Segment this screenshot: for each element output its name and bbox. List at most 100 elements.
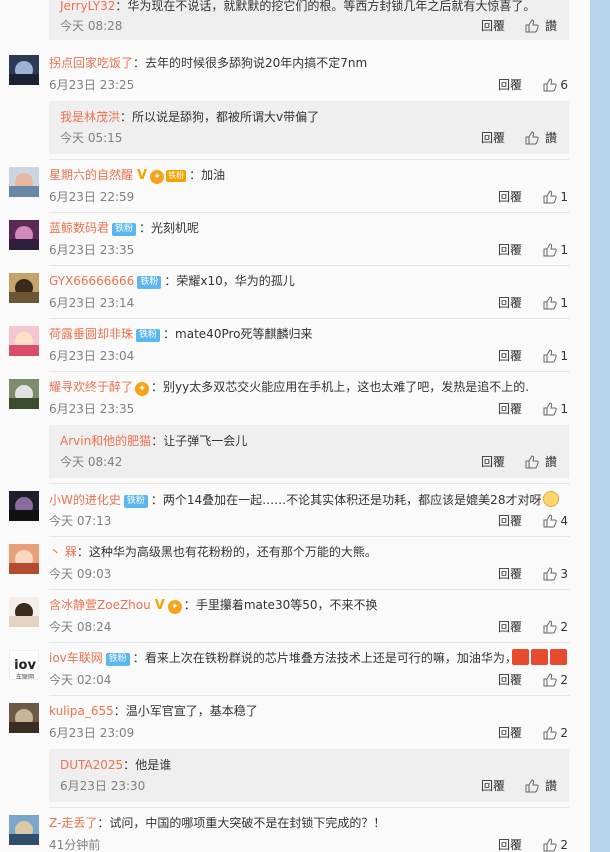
reply-button[interactable]: 回覆 — [481, 778, 505, 794]
like-label[interactable]: 讚 — [545, 778, 559, 794]
like-label[interactable]: 讚 — [545, 454, 559, 470]
medal-icon: ✦ — [167, 600, 182, 614]
reply-button[interactable]: 回覆 — [498, 672, 522, 688]
page-background-right — [590, 0, 610, 852]
avatar[interactable] — [9, 220, 39, 250]
timestamp: 今天 08:28 — [60, 19, 123, 33]
comment-text: 两个14叠加在一起……不论其实体积还是功耗，都应该是媲美28才对呀 — [162, 493, 542, 507]
like-count: 1 — [560, 349, 568, 363]
thumbs-up-icon[interactable] — [543, 296, 557, 310]
thumbs-up-icon[interactable] — [543, 726, 557, 740]
avatar[interactable] — [9, 544, 39, 574]
username-link[interactable]: GYX66666666 — [49, 274, 134, 288]
timestamp: 6月23日 23:35 — [49, 402, 135, 416]
username-link[interactable]: DUTA2025 — [60, 758, 123, 772]
comment-text: 去年的时候很多舔狗说20年内搞不定7nm — [145, 56, 368, 70]
thumbs-up-icon[interactable] — [543, 567, 557, 581]
timestamp: 6月23日 23:25 — [49, 78, 135, 92]
thumbs-up-icon[interactable] — [543, 349, 557, 363]
avatar[interactable]: iov 车联网 — [9, 650, 39, 680]
comment-text: 温小军官宣了，基本稳了 — [125, 704, 258, 718]
fan-badge: 铁粉 — [112, 223, 137, 236]
reply-button[interactable]: 回覆 — [498, 348, 522, 364]
timestamp: 6月23日 23:30 — [60, 779, 146, 793]
username-link[interactable]: 星期六的自然醒 — [49, 168, 133, 182]
like-count: 1 — [560, 402, 568, 416]
avatar[interactable] — [9, 167, 39, 197]
avatar[interactable] — [9, 815, 39, 845]
fan-badge: 铁粉 — [137, 276, 162, 289]
like-count: 1 — [560, 296, 568, 310]
timestamp: 今天 05:15 — [60, 131, 123, 145]
avatar[interactable] — [9, 326, 39, 356]
sub-reply: JerryLY32：华为现在不说话，就默默的挖它们的根。等西方封锁几年之后就有大… — [49, 0, 569, 40]
reply-button[interactable]: 回覆 — [498, 619, 522, 635]
like-count: 1 — [560, 190, 568, 204]
username-link[interactable]: Z-走丢了 — [49, 816, 97, 830]
sub-reply: DUTA2025：他是谁 6月23日 23:30 回覆 讚 — [49, 749, 569, 802]
avatar[interactable] — [9, 597, 39, 627]
avatar[interactable] — [9, 379, 39, 409]
reply-button[interactable]: 回覆 — [481, 454, 505, 470]
thumbs-up-icon[interactable] — [525, 19, 539, 33]
username-link[interactable]: 小W的进化史 — [49, 493, 121, 507]
thumbs-up-icon[interactable] — [543, 620, 557, 634]
avatar[interactable] — [9, 273, 39, 303]
comment-text: 手里攥着mate30等50，不来不换 — [195, 598, 378, 612]
timestamp: 今天 02:04 — [49, 673, 112, 687]
timestamp: 6月23日 23:09 — [49, 726, 135, 740]
timestamp: 今天 09:03 — [49, 567, 112, 581]
comment-text: 别yy太多双芯交火能应用在手机上，这也太难了吧，发热是追不上的. — [163, 380, 530, 394]
reply-button[interactable]: 回覆 — [498, 513, 522, 529]
like-label[interactable]: 讚 — [545, 130, 559, 146]
fan-badge: 铁粉 — [105, 653, 130, 666]
username-link[interactable]: 拐点回家吃饭了 — [49, 56, 133, 70]
thumbs-up-icon[interactable] — [543, 838, 557, 852]
username-link[interactable]: Arvin和他的肥猫 — [60, 434, 151, 448]
thumbs-up-icon[interactable] — [525, 131, 539, 145]
reply-button[interactable]: 回覆 — [498, 566, 522, 582]
thumbs-up-icon[interactable] — [543, 78, 557, 92]
thumbs-up-icon[interactable] — [543, 514, 557, 528]
divider — [49, 212, 570, 213]
avatar[interactable] — [9, 491, 39, 521]
like-count: 2 — [560, 726, 568, 740]
vip-icon: V — [154, 598, 165, 613]
reply-button[interactable]: 回覆 — [481, 18, 505, 34]
reply-button[interactable]: 回覆 — [498, 401, 522, 417]
username-link[interactable]: 蓝鲸数码君 — [49, 221, 109, 235]
thumbs-up-icon[interactable] — [543, 190, 557, 204]
reply-button[interactable]: 回覆 — [498, 242, 522, 258]
username-link[interactable]: JerryLY32 — [60, 0, 115, 13]
username-link[interactable]: 耀寻欢终于醉了 — [49, 380, 133, 394]
thumbs-up-icon[interactable] — [543, 673, 557, 687]
divider — [49, 807, 570, 808]
username-link[interactable]: 荷露垂圆却非珠 — [49, 327, 133, 341]
reply-button[interactable]: 回覆 — [498, 725, 522, 741]
thumbs-up-icon[interactable] — [543, 243, 557, 257]
username-link[interactable]: 丶 槑 — [49, 545, 77, 559]
thumbs-up-icon[interactable] — [525, 779, 539, 793]
username-link[interactable]: 我是林茂洪 — [60, 110, 120, 124]
reply-button[interactable]: 回覆 — [481, 130, 505, 146]
avatar[interactable] — [9, 703, 39, 733]
username-link[interactable]: iov车联网 — [49, 651, 103, 665]
thumbs-up-icon[interactable] — [525, 455, 539, 469]
cat-emoji-icon — [543, 491, 560, 507]
sub-reply: 我是林茂洪：所以说是舔狗，都被所谓大v带偏了 今天 05:15 回覆 讚 — [49, 101, 569, 154]
reply-button[interactable]: 回覆 — [498, 77, 522, 93]
username-link[interactable]: 含冰静萱ZoeZhou — [49, 598, 151, 612]
fan-medal-badge: 铁粉 — [166, 170, 187, 182]
reply-button[interactable]: 回覆 — [498, 295, 522, 311]
avatar[interactable] — [9, 55, 39, 85]
reply-button[interactable]: 回覆 — [498, 189, 522, 205]
username-link[interactable]: kulipa_655 — [49, 704, 114, 718]
like-label[interactable]: 讚 — [545, 18, 559, 34]
fire-emoji-icon — [512, 649, 567, 665]
thumbs-up-icon[interactable] — [543, 402, 557, 416]
fan-badge: 铁粉 — [123, 495, 148, 508]
divider — [49, 483, 570, 484]
reply-button[interactable]: 回覆 — [498, 837, 522, 852]
timestamp: 6月23日 23:04 — [49, 349, 135, 363]
timestamp: 6月23日 22:59 — [49, 190, 135, 204]
